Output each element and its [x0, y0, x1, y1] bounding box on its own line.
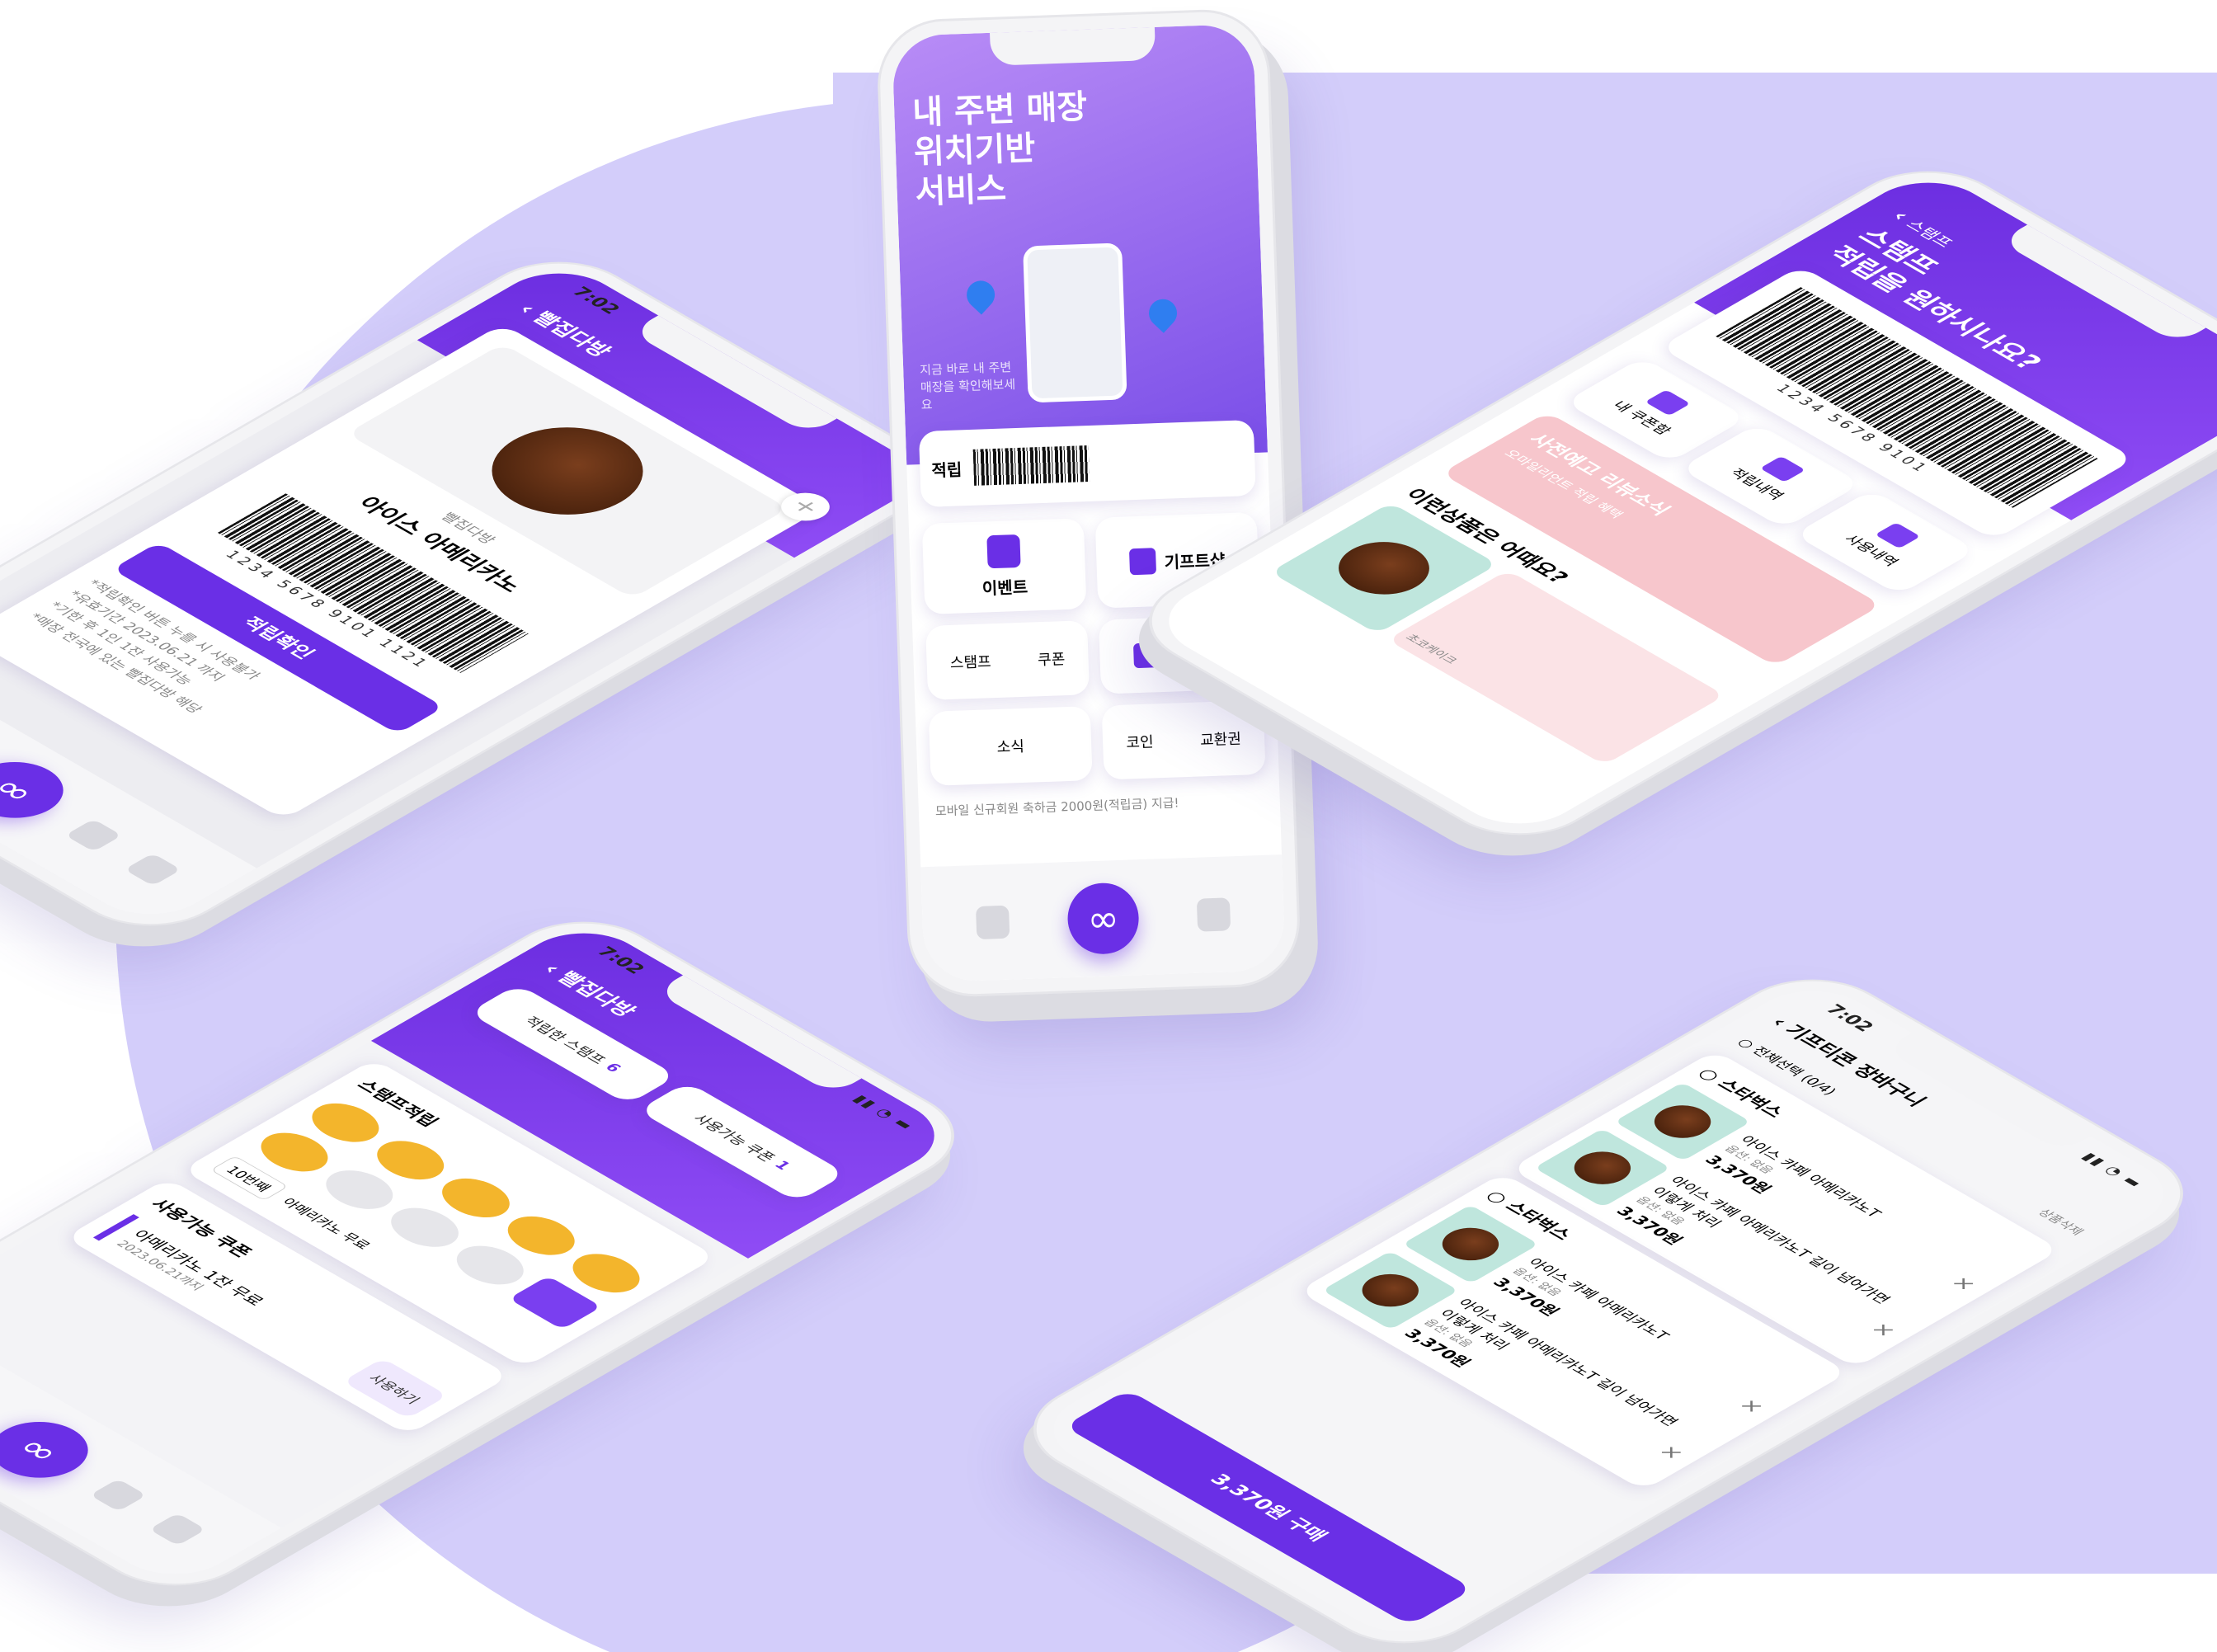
main-action-icon[interactable]: ∞: [0, 750, 83, 830]
coin-label[interactable]: 코인: [1126, 730, 1154, 752]
hero-banner[interactable]: 내 주변 매장 위치기반 서비스 지금 바로 내 주변 매장을 확인해보세요: [892, 23, 1268, 465]
coffee-cup-image: [1642, 1099, 1723, 1145]
lock-icon[interactable]: [90, 1479, 148, 1512]
location-pin-icon: [1142, 293, 1184, 333]
menu-item-event[interactable]: 이벤트: [921, 518, 1087, 615]
exchange-label[interactable]: 교환권: [1200, 727, 1242, 751]
iced-coffee-image: [460, 409, 675, 533]
profile-icon[interactable]: [148, 1513, 206, 1546]
menu-item-coin-exchange[interactable]: 코인 교환권: [1101, 699, 1266, 780]
main-action-icon[interactable]: ∞: [1066, 882, 1141, 956]
news-label: 소식: [996, 737, 1025, 757]
remove-icon[interactable]: ×: [1653, 1442, 1690, 1463]
stamp-count-label: 적립한 스탬프: [519, 1014, 610, 1067]
stamp-count-card[interactable]: 적립한 스탬프 6: [468, 983, 678, 1105]
menu-label: 이벤트: [981, 577, 1028, 599]
online-icon: [1133, 642, 1160, 669]
gift-icon: [1129, 548, 1157, 576]
coupon-count: 1: [770, 1158, 795, 1173]
coffee-cup-image: [1430, 1221, 1511, 1268]
barcode-tab[interactable]: 적립: [931, 456, 963, 481]
coupon-label[interactable]: 쿠폰: [1038, 647, 1066, 670]
remove-icon[interactable]: ×: [1733, 1395, 1770, 1417]
menu-item-news[interactable]: 소식: [928, 706, 1093, 786]
stamp-count: 6: [601, 1061, 625, 1075]
map-phone-illustration: [1023, 242, 1127, 403]
coffee-cup-image: [1320, 531, 1448, 605]
stamp-label[interactable]: 스탬프: [949, 650, 991, 673]
barcode-strip[interactable]: 적립: [918, 419, 1256, 508]
mini-barcode: [972, 445, 1090, 486]
tab-bar: ∞: [920, 854, 1286, 983]
phone-home: 내 주변 매장 위치기반 서비스 지금 바로 내 주변 매장을 확인해보세요 적…: [878, 10, 1300, 996]
coupon-count-label: 사용가능 쿠폰: [689, 1112, 779, 1165]
lock-icon[interactable]: [65, 819, 123, 852]
main-action-icon[interactable]: ∞: [0, 1410, 108, 1490]
tab-bar: ∞: [0, 1310, 282, 1590]
grid-icon[interactable]: [1196, 897, 1231, 932]
mockup-stage: 7:02 ‹ 빨집다방 + 빨집다방 아이스 아메리카노 1234 5678 9…: [0, 0, 2217, 1652]
coffee-cup-image: [1563, 1144, 1643, 1191]
coupon-count-card[interactable]: 사용가능 쿠폰 1: [638, 1081, 847, 1203]
remove-icon[interactable]: ×: [1865, 1320, 1902, 1341]
event-icon: [986, 534, 1021, 568]
hero-subtitle: 지금 바로 내 주변 매장을 확인해보세요: [919, 360, 1016, 413]
coffee-cup-image: [1350, 1267, 1431, 1314]
location-pin-icon: [961, 275, 1001, 315]
notch: [990, 26, 1156, 66]
profile-icon[interactable]: [124, 853, 181, 887]
bag-icon[interactable]: [976, 905, 1010, 940]
remove-icon[interactable]: ×: [1945, 1273, 1982, 1295]
card-caption: 초코케이크: [1402, 633, 1460, 666]
menu-item-stamp-coupon[interactable]: 스탬프 쿠폰: [925, 620, 1090, 700]
